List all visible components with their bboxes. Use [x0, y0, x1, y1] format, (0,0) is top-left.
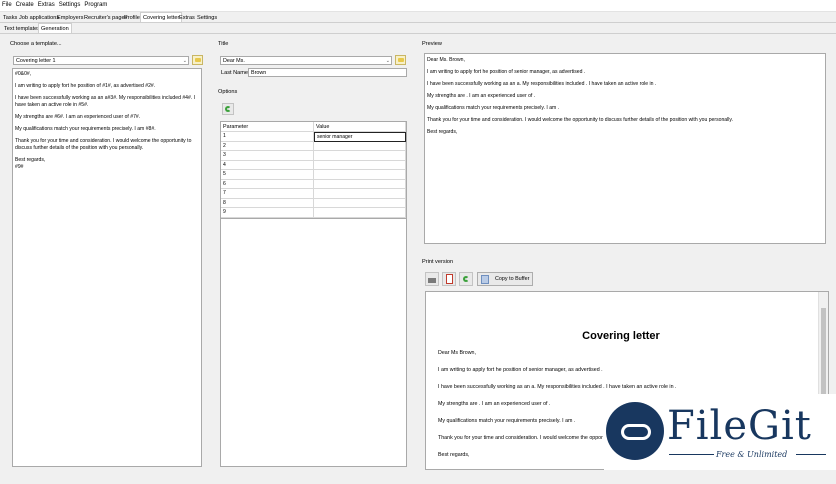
- template-line: #0&0#,: [15, 71, 32, 77]
- value-cell[interactable]: [314, 160, 406, 170]
- value-cell[interactable]: [314, 189, 406, 199]
- refresh-icon: [225, 106, 231, 112]
- print-version-label: Print version: [422, 259, 454, 265]
- choose-template-label: Choose a template...: [10, 41, 62, 47]
- param-cell: 2: [221, 141, 314, 151]
- chevron-down-icon: ⌄: [385, 58, 390, 64]
- param-cell: 1: [221, 132, 314, 142]
- print-line: Dear Ms Brown,: [438, 350, 476, 356]
- print-heading: Covering letter: [582, 330, 660, 342]
- template-line: Best regards,: [15, 157, 46, 163]
- last-name-input[interactable]: Brown: [248, 68, 407, 77]
- refresh-options-button[interactable]: [222, 103, 234, 115]
- sub-tab-divider: [0, 33, 836, 34]
- export-pdf-button[interactable]: [442, 272, 456, 286]
- refresh-icon: [463, 276, 469, 282]
- template-line: Thank you for your time and consideratio…: [15, 138, 192, 151]
- open-folder-icon[interactable]: [192, 55, 203, 65]
- watermark-subtitle: Free & Unlimited: [716, 450, 788, 459]
- options-label: Options: [218, 89, 238, 95]
- chevron-down-icon: ⌄: [182, 58, 187, 64]
- value-cell[interactable]: [314, 151, 406, 161]
- param-cell: 8: [221, 198, 314, 208]
- preview-line: Thank you for your time and consideratio…: [427, 117, 733, 123]
- watermark-divider: [796, 454, 826, 455]
- print-line: I have been successfully working as an a…: [438, 384, 677, 390]
- template-select[interactable]: Covering letter 1 ⌄: [13, 56, 189, 65]
- param-cell: 5: [221, 170, 314, 180]
- preview-label: Preview: [422, 41, 442, 47]
- pdf-icon: [446, 274, 453, 284]
- param-cell: 6: [221, 179, 314, 189]
- value-cell[interactable]: senior manager: [314, 132, 406, 142]
- refresh-print-button[interactable]: [459, 272, 473, 286]
- preview-line: Best regards,: [427, 129, 458, 135]
- print-line: I am writing to apply fort he position o…: [438, 367, 603, 373]
- printer-icon: [428, 278, 436, 283]
- menu-program[interactable]: Program: [82, 0, 109, 8]
- salutation-select-value: Dear Ms.: [223, 58, 245, 64]
- clipboard-icon: [481, 275, 489, 284]
- template-line: I am writing to apply fort he position o…: [15, 83, 156, 89]
- param-cell: 7: [221, 189, 314, 199]
- preview-line: I am writing to apply fort he position o…: [427, 69, 586, 75]
- value-cell[interactable]: [314, 170, 406, 180]
- menu-extras[interactable]: Extras: [36, 0, 57, 8]
- menu-create[interactable]: Create: [14, 0, 36, 8]
- menu-file[interactable]: File: [0, 0, 14, 8]
- preview-line: My qualifications match your requirement…: [427, 105, 560, 111]
- param-cell: 4: [221, 160, 314, 170]
- preview-line: Dear Ms. Brown,: [427, 57, 465, 63]
- cloud-icon: [621, 424, 651, 440]
- param-cell: 9: [221, 208, 314, 218]
- title-label: Title: [218, 41, 229, 47]
- watermark-divider: [669, 454, 714, 455]
- copy-to-buffer-label: Copy to Buffer: [495, 276, 530, 282]
- value-cell[interactable]: [314, 141, 406, 151]
- template-line: My qualifications match your requirement…: [15, 126, 156, 132]
- template-text-area[interactable]: #0&0#, I am writing to apply fort he pos…: [12, 68, 202, 467]
- value-cell[interactable]: [314, 198, 406, 208]
- menu-bar: File Create Extras Settings Program: [0, 0, 836, 12]
- last-name-label: Last Name:: [221, 70, 250, 76]
- param-cell: 3: [221, 151, 314, 161]
- options-table-empty-area: [220, 219, 407, 467]
- template-line: #9#: [15, 164, 24, 170]
- template-select-value: Covering letter 1: [16, 58, 56, 64]
- value-cell[interactable]: [314, 179, 406, 189]
- print-button[interactable]: [425, 272, 439, 286]
- preview-line: My strengths are . I am an experienced u…: [427, 93, 536, 99]
- value-cell[interactable]: [314, 208, 406, 218]
- salutation-select[interactable]: Dear Ms. ⌄: [220, 56, 392, 65]
- preview-text-area[interactable]: Dear Ms. Brown, I am writing to apply fo…: [424, 53, 826, 244]
- options-table: Parameter Value 1 senior manager 2 3 4 5…: [220, 121, 407, 219]
- main-tab-divider: [0, 22, 836, 23]
- column-header-parameter[interactable]: Parameter: [221, 122, 314, 132]
- watermark-title: FileGit: [667, 403, 812, 449]
- preview-line: I have been successfully working as an a…: [427, 81, 657, 87]
- column-header-value[interactable]: Value: [314, 122, 406, 132]
- template-line: My strengths are #6#. I am an experience…: [15, 114, 141, 120]
- copy-to-buffer-button[interactable]: Copy to Buffer: [477, 272, 533, 286]
- template-line: I have been successfully working as an a…: [15, 95, 196, 108]
- menu-settings[interactable]: Settings: [57, 0, 83, 8]
- open-folder-icon[interactable]: [395, 55, 406, 65]
